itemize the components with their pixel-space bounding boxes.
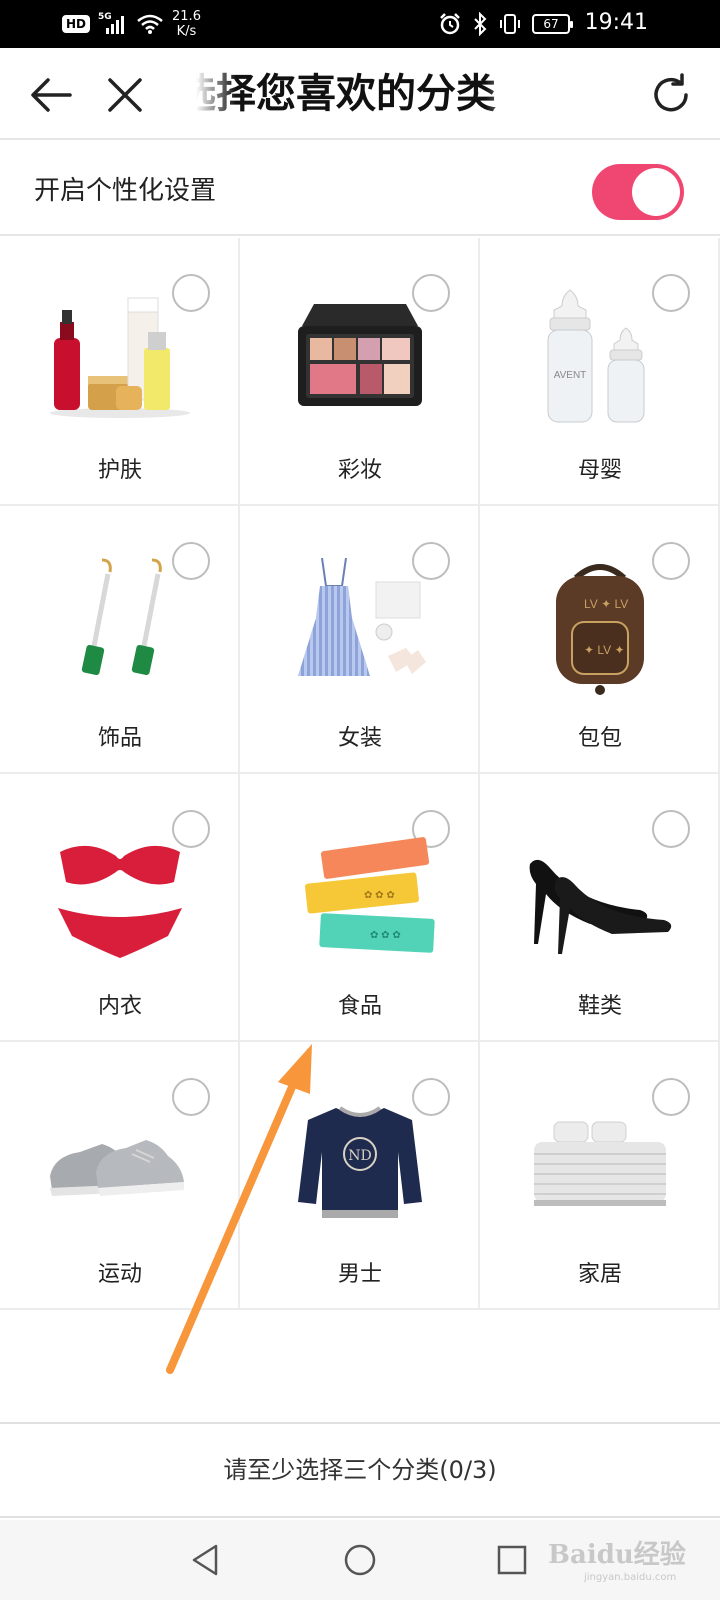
status-left: HD 5G 21.6 K/s (62, 8, 201, 40)
makeup-palette-icon (298, 304, 422, 406)
category-card-sports[interactable]: 运动 (0, 1042, 240, 1310)
personalization-row: 开启个性化设置 (0, 142, 720, 236)
nav-bar: 选择您喜欢的分类 (0, 48, 720, 140)
baidu-watermark-url: jingyan.baidu.com (584, 1572, 677, 1583)
personalization-label: 开启个性化设置 (34, 176, 217, 206)
category-label: 运动 (97, 1262, 142, 1287)
system-nav-bar: Baidu经验 jingyan.baidu.com (0, 1520, 720, 1600)
personalization-toggle[interactable] (592, 164, 684, 220)
system-back-icon[interactable] (188, 1542, 224, 1578)
status-right: 67 (438, 8, 573, 40)
back-arrow-icon[interactable] (26, 70, 76, 120)
baby-bottle-icon: AVENT (547, 289, 645, 423)
status-bar: HD 5G 21.6 K/s 67 19:41 (0, 0, 720, 48)
category-card-menswear[interactable]: ND 男士 (240, 1042, 480, 1310)
confirm-button-label: 请至少选择三个分类(0/3) (223, 1456, 497, 1484)
refresh-icon[interactable] (646, 70, 696, 120)
category-card-skincare[interactable]: 护肤 (0, 238, 240, 506)
bed-icon (534, 1121, 666, 1206)
category-card-lingerie[interactable]: 内衣 (0, 774, 240, 1042)
category-label: 食品 (337, 994, 382, 1019)
svg-text:LV ✦ LV: LV ✦ LV (584, 597, 628, 611)
page-title: 选择您喜欢的分类 (196, 64, 526, 124)
hd-badge: HD (62, 15, 91, 33)
category-label: 包包 (577, 726, 622, 751)
sneakers-icon (50, 1140, 184, 1196)
alarm-icon (440, 13, 460, 35)
category-label: 家居 (577, 1262, 622, 1287)
category-label: 内衣 (97, 994, 142, 1019)
close-icon[interactable] (100, 70, 150, 120)
category-label: 母婴 (577, 458, 622, 483)
svg-text:✿ ✿ ✿: ✿ ✿ ✿ (364, 890, 395, 901)
wifi-icon (137, 14, 163, 34)
svg-text:✿ ✿ ✿: ✿ ✿ ✿ (370, 930, 401, 941)
dress-icon (298, 557, 426, 676)
category-card-bags[interactable]: LV ✦ LV ✦ LV ✦ 包包 (480, 506, 720, 774)
signal-icon: 5G (98, 12, 128, 36)
svg-text:ND: ND (348, 1148, 371, 1164)
confirm-categories-button[interactable]: 请至少选择三个分类(0/3) (0, 1422, 720, 1518)
clock: 19:41 (584, 10, 648, 35)
svg-text:AVENT: AVENT (554, 370, 587, 381)
svg-text:✦ LV ✦: ✦ LV ✦ (584, 643, 625, 657)
sweatshirt-icon: ND (298, 1106, 422, 1218)
category-card-accessories[interactable]: 饰品 (0, 506, 240, 774)
category-card-food[interactable]: ✿ ✿ ✿ ✿ ✿ ✿ 食品 (240, 774, 480, 1042)
category-label: 男士 (337, 1262, 382, 1287)
system-home-icon[interactable] (342, 1542, 378, 1578)
category-label: 护肤 (97, 458, 142, 483)
vibrate-icon (500, 14, 520, 34)
network-speed: 21.6 K/s (172, 9, 201, 39)
category-label: 饰品 (97, 726, 142, 751)
category-card-baby[interactable]: AVENT 母婴 (480, 238, 720, 506)
category-label: 彩妆 (337, 458, 382, 483)
skincare-products-icon (50, 297, 190, 418)
backpack-icon: LV ✦ LV ✦ LV ✦ (556, 564, 644, 695)
category-label: 鞋类 (577, 994, 622, 1019)
category-card-shoes[interactable]: 鞋类 (480, 774, 720, 1042)
category-label: 女装 (337, 726, 382, 751)
category-card-makeup[interactable]: 彩妆 (240, 238, 480, 506)
battery-icon: 67 (532, 14, 573, 34)
earrings-icon (81, 558, 162, 676)
system-recent-apps-icon[interactable] (496, 1544, 528, 1576)
baidu-watermark: Baidu经验 (548, 1540, 686, 1570)
bikini-icon (58, 845, 182, 958)
category-card-womens-clothing[interactable]: 女装 (240, 506, 480, 774)
category-card-home[interactable]: 家居 (480, 1042, 720, 1310)
high-heels-icon (529, 859, 672, 954)
toggle-knob (632, 168, 680, 216)
snack-bars-icon: ✿ ✿ ✿ ✿ ✿ ✿ (305, 837, 435, 953)
bluetooth-icon (474, 12, 487, 36)
